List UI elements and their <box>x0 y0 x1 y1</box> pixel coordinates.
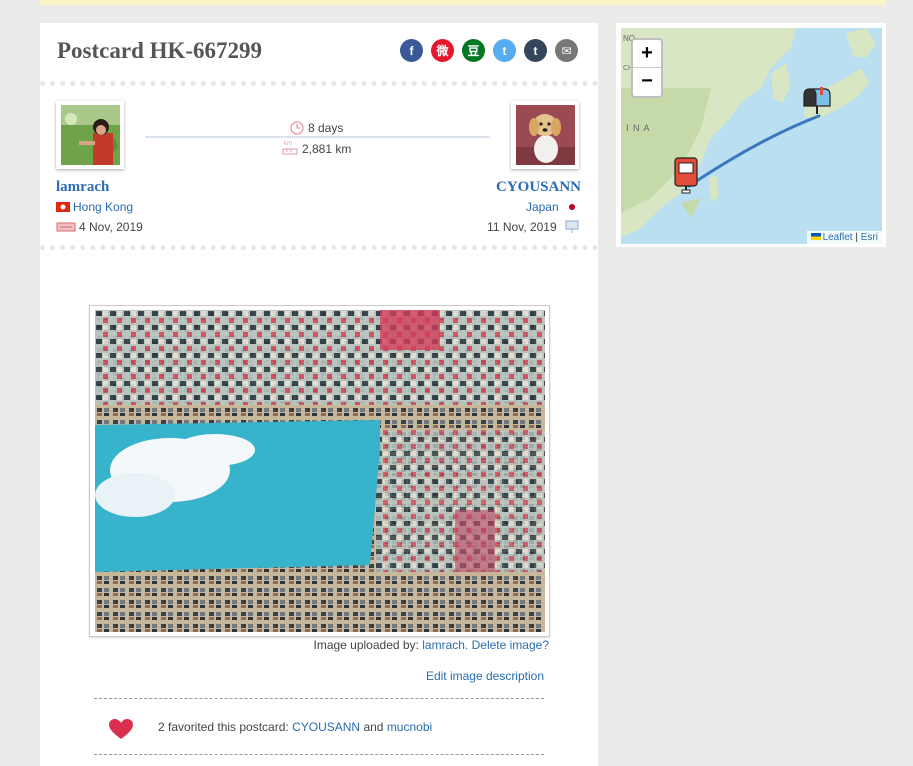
receiver-mailbox-marker[interactable] <box>801 86 833 116</box>
heart-icon[interactable] <box>108 718 134 740</box>
divider <box>40 245 598 250</box>
sender-avatar-image <box>61 105 120 165</box>
tumblr-icon[interactable]: t <box>524 39 547 62</box>
favorites-info: 2 favorited this postcard: CYOUSANN and … <box>158 720 432 734</box>
travel-line <box>145 136 490 138</box>
postcard-image[interactable] <box>95 310 545 632</box>
sender-postbox-marker[interactable] <box>673 156 699 194</box>
receiver-country-label: Japan <box>525 200 559 214</box>
uploader-link[interactable]: lamrach. <box>422 638 468 652</box>
favorite-user-link[interactable]: mucnobi <box>387 720 432 734</box>
japan-flag-icon <box>569 204 575 210</box>
received-mailbox-icon <box>565 220 579 233</box>
map-attribution: Leaflet | Esri <box>806 231 882 244</box>
zoom-out-button[interactable]: − <box>633 68 661 95</box>
attribution-separator: | <box>855 232 858 243</box>
receiver-avatar[interactable] <box>511 101 579 169</box>
receiver-name[interactable]: CYOUSANN <box>496 179 581 196</box>
sender-country-label: Hong Kong <box>73 200 134 214</box>
distance-ruler-icon: km <box>282 141 298 156</box>
email-icon[interactable]: ✉ <box>555 39 578 62</box>
delete-image-link[interactable]: Delete image? <box>472 638 549 652</box>
receiver-date: 11 Nov, 2019 <box>487 220 579 234</box>
divider <box>94 698 544 699</box>
sender-avatar[interactable] <box>56 101 124 169</box>
received-date-label: 11 Nov, 2019 <box>487 220 557 234</box>
clock-icon <box>290 121 304 135</box>
page-title: Postcard HK-667299 <box>57 38 263 63</box>
edit-image-description-link[interactable]: Edit image description <box>426 669 544 683</box>
ukraine-flag-icon <box>810 233 821 240</box>
weibo-icon[interactable]: 微 <box>431 39 454 62</box>
douban-icon[interactable]: 豆 <box>462 39 485 62</box>
top-notice-bar <box>40 0 885 5</box>
travel-days-label: 8 days <box>308 121 344 135</box>
divider <box>40 81 598 86</box>
travel-distance-label: 2,881 km <box>302 142 352 156</box>
travel-days: 8 days <box>290 121 343 135</box>
map-zoom-control: + − <box>631 38 663 98</box>
sent-stamp-icon <box>56 222 76 232</box>
travel-distance: km 2,881 km <box>282 141 352 156</box>
facebook-icon[interactable]: f <box>400 39 423 62</box>
map-label: I N A <box>626 123 651 133</box>
zoom-in-button[interactable]: + <box>633 40 661 68</box>
leaflet-link[interactable]: Leaflet <box>823 232 853 243</box>
hong-kong-flag-icon <box>56 202 70 212</box>
esri-link[interactable]: Esri <box>861 232 878 243</box>
favorites-and: and <box>363 720 384 734</box>
map-canvas[interactable]: NO CH / ERT I N A + − Leaflet | Esri <box>621 28 882 244</box>
receiver-country[interactable]: Japan <box>526 200 577 214</box>
postcard-card: Postcard HK-667299 f 微豆 t t ✉ lamrach Hong K… <box>40 23 598 766</box>
uploaded-by-label: Image uploaded by: <box>313 638 419 652</box>
twitter-icon[interactable]: t <box>493 39 516 62</box>
sender-country[interactable]: Hong Kong <box>56 200 133 214</box>
postcard-image-frame[interactable] <box>89 305 550 637</box>
receiver-avatar-image <box>516 105 575 165</box>
image-upload-info: Image uploaded by: lamrach. Delete image… <box>313 638 549 652</box>
divider <box>94 754 544 755</box>
sender-name[interactable]: lamrach <box>56 179 109 196</box>
favorite-user-link[interactable]: CYOUSANN <box>292 720 360 734</box>
route-map: NO CH / ERT I N A + − Leaflet | Esri <box>616 23 886 247</box>
sender-date: 4 Nov, 2019 <box>56 220 143 234</box>
sent-date-label: 4 Nov, 2019 <box>79 220 143 234</box>
favorites-text: 2 favorited this postcard: <box>158 720 289 734</box>
